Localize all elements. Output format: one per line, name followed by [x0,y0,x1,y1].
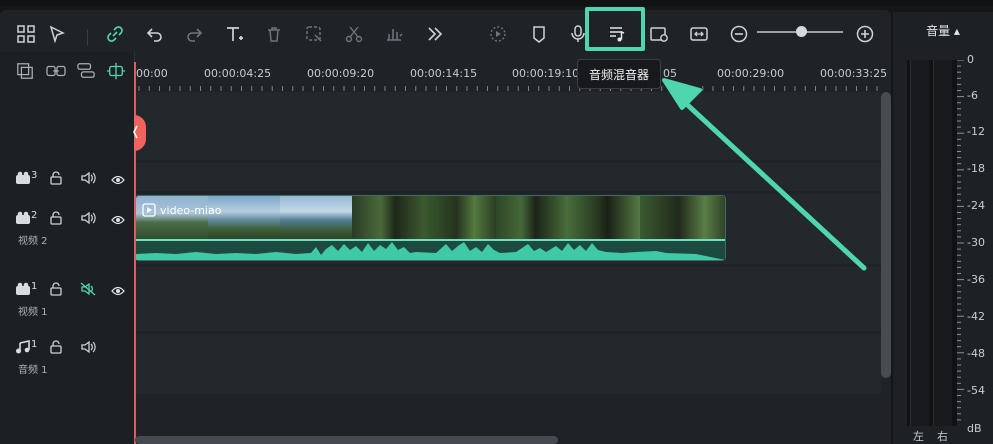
clip-thumbnail [496,196,568,240]
track-header-column [0,52,135,444]
zoom-slider-handle[interactable] [796,26,807,37]
tick-label: 00:00 [136,67,168,80]
crop-icon[interactable] [302,22,326,46]
left-channel-label: 左 [913,430,924,443]
audio-waveform [136,239,725,260]
lock-icon[interactable] [49,339,63,358]
speaker-icon[interactable] [80,170,96,189]
track-1-number: 1 [31,281,38,292]
db-label: -30 [967,236,985,249]
toolbar-divider [87,30,88,46]
video-track-icon [16,282,30,295]
link-clip-icon[interactable] [46,62,66,84]
speaker-muted-icon[interactable] [80,281,96,300]
video-clip-icon [142,203,156,217]
db-label: -36 [967,273,985,286]
right-channel-label: 右 [937,430,948,443]
track-2-name: 视频 2 [18,236,48,247]
eye-icon[interactable] [111,211,125,230]
db-label: -42 [967,310,985,323]
delete-icon[interactable] [262,22,286,46]
marker-icon[interactable] [527,22,551,46]
db-label: -48 [967,347,985,360]
track-row-audio-1 [135,334,881,394]
zoom-out-icon[interactable] [727,22,751,46]
clip-thumbnail [280,196,352,240]
video-track-icon [16,171,30,184]
fit-icon[interactable] [687,22,711,46]
audio-stretch-icon[interactable] [382,22,406,46]
track-1-header [15,281,31,300]
tick-label: 00:00:09:20 [307,67,375,80]
tick-label: 00:00:19:10 [512,67,580,80]
right-channel-meter [933,60,952,426]
select-icon[interactable] [46,22,70,46]
more-icon[interactable] [423,22,447,46]
vertical-scrollbar[interactable] [881,92,891,378]
track-layout-icon[interactable] [76,62,96,84]
left-channel-meter [910,60,929,426]
clip-thumbnail [424,196,496,240]
music-note-icon [16,340,30,354]
db-unit-label: dB [967,422,982,435]
db-label: -18 [967,162,985,175]
link-icon[interactable] [103,22,127,46]
redo-icon[interactable] [182,22,206,46]
eye-icon[interactable] [111,171,125,190]
video-track-icon [16,211,30,224]
playhead-handle-icon [133,125,138,139]
audio-track-header [15,339,31,358]
annotation-arrow [662,78,867,271]
eye-icon[interactable] [111,282,125,301]
tick-label: 00:00:04:25 [204,67,272,80]
clip-thumbnail [568,196,640,240]
render-preview-icon[interactable] [486,22,510,46]
volume-title[interactable]: 音量 ▴ [893,22,993,39]
audio-mixer-highlight [585,7,645,51]
track-3-header [15,170,31,189]
db-label: 0 [967,53,974,66]
audio-mixer-tooltip: 音频混音器 [577,59,661,89]
track-2-header [15,210,31,229]
layout-icon[interactable] [14,22,38,46]
add-track-icon[interactable] [16,62,34,84]
audio-track-number: 1 [31,339,38,350]
lock-icon[interactable] [49,281,63,300]
db-label: -6 [967,89,978,102]
clip-preview-icon[interactable] [647,22,671,46]
audio-track-name: 音频 1 [18,365,48,376]
waveform-graphic [136,239,725,260]
clip-title-text: video-miao [160,203,222,217]
track-2-number: 2 [31,210,38,221]
snap-icon[interactable] [106,62,126,84]
tick-label: 00:00:14:15 [410,67,478,80]
speaker-icon[interactable] [80,339,96,358]
db-label: -12 [967,125,985,138]
db-label: -54 [967,384,985,397]
text-icon[interactable] [222,22,246,46]
zoom-in-icon[interactable] [853,22,877,46]
meter-ticks [957,60,964,421]
horizontal-scrollbar[interactable] [135,436,558,444]
track-1-name: 视频 1 [18,307,48,318]
lock-icon[interactable] [49,210,63,229]
track-3-number: 3 [31,170,38,181]
clip-thumbnail [352,196,424,240]
undo-icon[interactable] [143,22,167,46]
clip-title: video-miao [142,203,221,217]
speaker-icon[interactable] [80,210,96,229]
lock-icon[interactable] [49,170,63,189]
top-strip [0,0,993,6]
db-label: -24 [967,199,985,212]
cut-icon[interactable] [342,22,366,46]
tooltip-text: 音频混音器 [588,67,649,82]
